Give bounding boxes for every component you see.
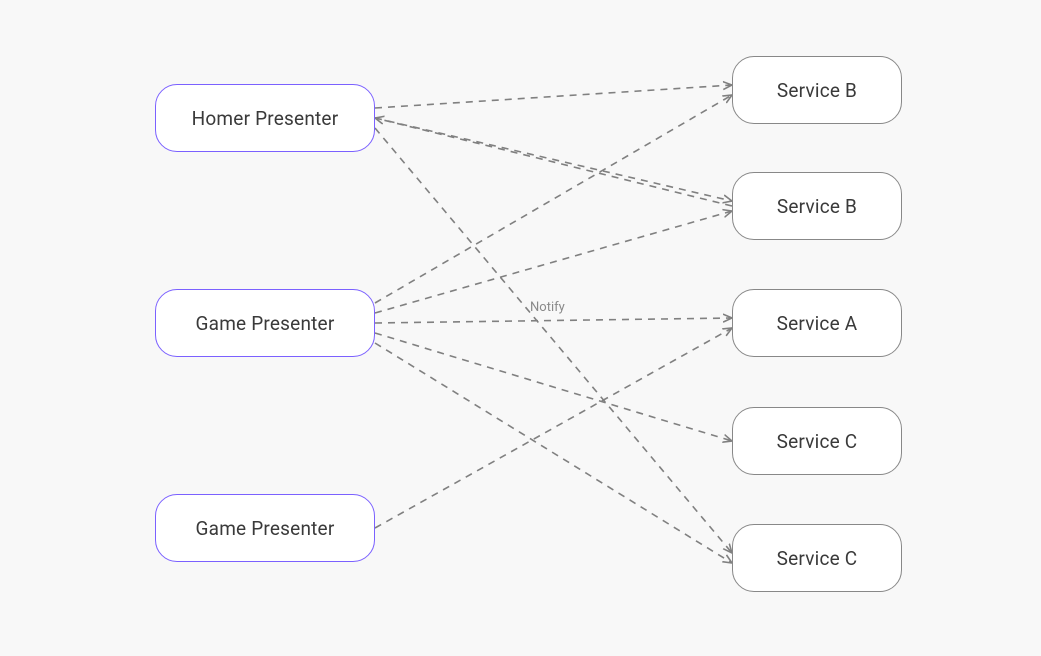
edge-arrow <box>375 343 732 563</box>
node-service-c-2: Service C <box>732 524 902 592</box>
edge-arrow <box>375 128 732 553</box>
node-label: Service B <box>777 195 857 218</box>
edge-arrow <box>375 118 732 201</box>
edge-arrow <box>375 333 732 441</box>
node-label: Service B <box>777 79 857 102</box>
node-label: Game Presenter <box>196 312 335 335</box>
node-label: Game Presenter <box>196 517 335 540</box>
node-label: Service C <box>777 430 858 453</box>
edge-arrow <box>375 95 732 303</box>
edge-arrow <box>375 118 732 206</box>
node-label: Service A <box>777 312 858 335</box>
node-label: Homer Presenter <box>192 107 339 130</box>
node-label: Service C <box>777 547 858 570</box>
node-service-b-1: Service B <box>732 56 902 124</box>
node-service-b-2: Service B <box>732 172 902 240</box>
node-game-presenter-2: Game Presenter <box>155 494 375 562</box>
edge-arrow <box>375 318 732 323</box>
edge-label-notify: Notify <box>530 300 565 315</box>
edge-arrow <box>375 85 732 108</box>
edge-arrow <box>375 211 732 313</box>
node-service-a: Service A <box>732 289 902 357</box>
edge-arrow <box>375 328 732 528</box>
node-homer-presenter: Homer Presenter <box>155 84 375 152</box>
node-service-c-1: Service C <box>732 407 902 475</box>
node-game-presenter-1: Game Presenter <box>155 289 375 357</box>
